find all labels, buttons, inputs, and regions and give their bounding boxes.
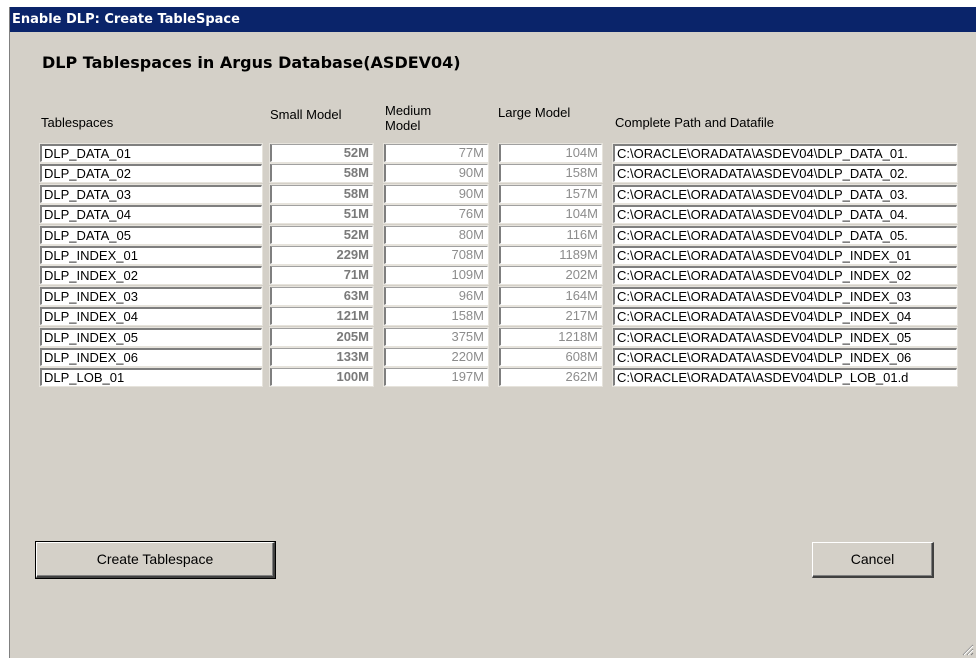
datafile-path-field[interactable]: C:\ORACLE\ORADATA\ASDEV04\DLP_DATA_02. <box>612 163 958 183</box>
small-model-field[interactable]: 71M <box>269 265 374 285</box>
title-bar[interactable]: Enable DLP: Create TableSpace <box>10 7 976 32</box>
small-model-field[interactable]: 133M <box>269 347 374 367</box>
datafile-path-field[interactable]: C:\ORACLE\ORADATA\ASDEV04\DLP_INDEX_06 <box>612 347 958 367</box>
large-model-field[interactable]: 116M <box>498 225 603 245</box>
large-model-field[interactable]: 217M <box>498 306 603 326</box>
medium-model-field[interactable]: 708M <box>383 245 489 265</box>
large-model-field[interactable]: 158M <box>498 163 603 183</box>
medium-model-field[interactable]: 109M <box>383 265 489 285</box>
tablespace-name-field[interactable]: DLP_DATA_04 <box>39 204 263 224</box>
tablespace-name-field[interactable]: DLP_INDEX_05 <box>39 327 263 347</box>
small-model-field[interactable]: 63M <box>269 286 374 306</box>
page-title: DLP Tablespaces in Argus Database(ASDEV0… <box>42 53 461 72</box>
small-model-field[interactable]: 51M <box>269 204 374 224</box>
create-tablespace-button[interactable]: Create Tablespace <box>35 541 276 579</box>
tablespace-name-field[interactable]: DLP_LOB_01 <box>39 367 263 387</box>
large-model-field[interactable]: 202M <box>498 265 603 285</box>
column-header-medium-line2: Model <box>385 118 421 133</box>
small-model-field[interactable]: 52M <box>269 225 374 245</box>
column-header-medium-line1: Medium <box>385 103 432 118</box>
large-model-field[interactable]: 164M <box>498 286 603 306</box>
small-model-field[interactable]: 205M <box>269 327 374 347</box>
medium-model-field[interactable]: 76M <box>383 204 489 224</box>
medium-model-field[interactable]: 375M <box>383 327 489 347</box>
tablespace-name-field[interactable]: DLP_DATA_05 <box>39 225 263 245</box>
tablespace-name-field[interactable]: DLP_INDEX_04 <box>39 306 263 326</box>
column-header-medium-model: Medium Model <box>385 103 431 133</box>
medium-model-field[interactable]: 197M <box>383 367 489 387</box>
tablespace-name-field[interactable]: DLP_DATA_01 <box>39 143 263 163</box>
small-model-field[interactable]: 58M <box>269 163 374 183</box>
large-model-field[interactable]: 157M <box>498 184 603 204</box>
cancel-button[interactable]: Cancel <box>812 542 934 578</box>
datafile-path-field[interactable]: C:\ORACLE\ORADATA\ASDEV04\DLP_DATA_05. <box>612 225 958 245</box>
small-model-field[interactable]: 229M <box>269 245 374 265</box>
datafile-path-field[interactable]: C:\ORACLE\ORADATA\ASDEV04\DLP_INDEX_03 <box>612 286 958 306</box>
tablespace-name-field[interactable]: DLP_INDEX_06 <box>39 347 263 367</box>
tablespace-name-field[interactable]: DLP_INDEX_01 <box>39 245 263 265</box>
medium-model-field[interactable]: 90M <box>383 184 489 204</box>
tablespace-name-field[interactable]: DLP_DATA_02 <box>39 163 263 183</box>
large-model-field[interactable]: 1189M <box>498 245 603 265</box>
datafile-path-field[interactable]: C:\ORACLE\ORADATA\ASDEV04\DLP_INDEX_04 <box>612 306 958 326</box>
resize-grip-icon[interactable] <box>960 642 974 656</box>
small-model-field[interactable]: 100M <box>269 367 374 387</box>
large-model-field[interactable]: 104M <box>498 143 603 163</box>
tablespace-name-field[interactable]: DLP_INDEX_02 <box>39 265 263 285</box>
datafile-path-field[interactable]: C:\ORACLE\ORADATA\ASDEV04\DLP_INDEX_05 <box>612 327 958 347</box>
small-model-field[interactable]: 121M <box>269 306 374 326</box>
tablespace-name-field[interactable]: DLP_DATA_03 <box>39 184 263 204</box>
datafile-path-field[interactable]: C:\ORACLE\ORADATA\ASDEV04\DLP_DATA_03. <box>612 184 958 204</box>
tablespace-name-field[interactable]: DLP_INDEX_03 <box>39 286 263 306</box>
column-header-small-model: Small Model <box>270 107 342 122</box>
large-model-field[interactable]: 262M <box>498 367 603 387</box>
datafile-path-field[interactable]: C:\ORACLE\ORADATA\ASDEV04\DLP_LOB_01.d <box>612 367 958 387</box>
medium-model-field[interactable]: 158M <box>383 306 489 326</box>
datafile-path-field[interactable]: C:\ORACLE\ORADATA\ASDEV04\DLP_DATA_01. <box>612 143 958 163</box>
column-header-large-model: Large Model <box>498 105 571 120</box>
medium-model-field[interactable]: 77M <box>383 143 489 163</box>
medium-model-field[interactable]: 96M <box>383 286 489 306</box>
medium-model-field[interactable]: 220M <box>383 347 489 367</box>
column-header-path: Complete Path and Datafile <box>615 115 774 130</box>
datafile-path-field[interactable]: C:\ORACLE\ORADATA\ASDEV04\DLP_INDEX_02 <box>612 265 958 285</box>
medium-model-field[interactable]: 80M <box>383 225 489 245</box>
datafile-path-field[interactable]: C:\ORACLE\ORADATA\ASDEV04\DLP_INDEX_01 <box>612 245 958 265</box>
large-model-field[interactable]: 104M <box>498 204 603 224</box>
small-model-field[interactable]: 52M <box>269 143 374 163</box>
large-model-field[interactable]: 1218M <box>498 327 603 347</box>
large-model-field[interactable]: 608M <box>498 347 603 367</box>
datafile-path-field[interactable]: C:\ORACLE\ORADATA\ASDEV04\DLP_DATA_04. <box>612 204 958 224</box>
column-header-tablespaces: Tablespaces <box>41 115 114 130</box>
medium-model-field[interactable]: 90M <box>383 163 489 183</box>
create-tablespace-dialog: Enable DLP: Create TableSpace DLP Tables… <box>9 7 976 658</box>
small-model-field[interactable]: 58M <box>269 184 374 204</box>
